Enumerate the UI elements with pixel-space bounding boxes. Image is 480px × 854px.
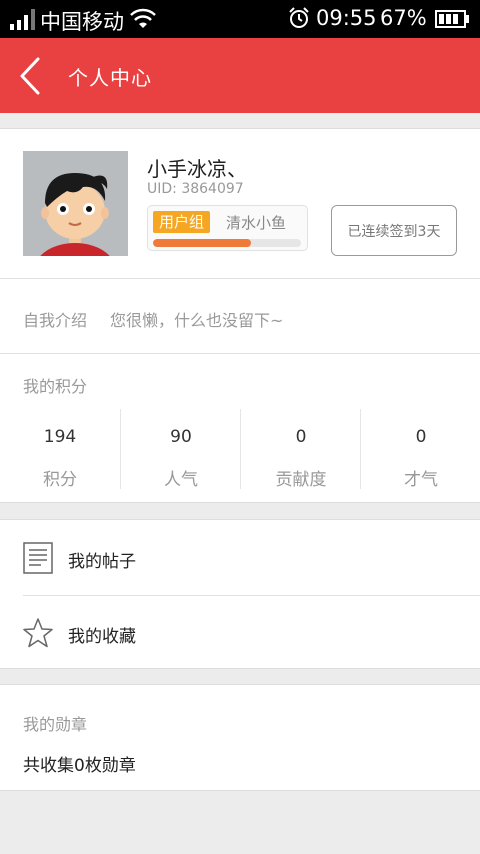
document-icon (23, 542, 53, 574)
carrier-name: 中国移动 (40, 10, 124, 34)
points-section: 我的积分 194 积分 90 人气 0 贡献度 0 才气 (0, 353, 480, 503)
points-title: 我的积分 (23, 377, 88, 396)
signal-icon (10, 9, 35, 30)
stat-contribution[interactable]: 0 贡献度 (240, 409, 360, 490)
battery-percent: 67% (380, 6, 427, 30)
stat-value: 194 (43, 427, 77, 447)
chevron-left-icon (20, 57, 40, 95)
stat-label: 才气 (404, 470, 438, 490)
level-progress-bar (153, 239, 301, 247)
medals-section: 我的勋章 共收集0枚勋章 (0, 684, 480, 791)
app-header: 个人中心 (0, 38, 480, 113)
stat-value: 0 (295, 427, 307, 447)
avatar-illustration (23, 151, 128, 256)
stat-popularity[interactable]: 90 人气 (120, 409, 240, 490)
page-title: 个人中心 (68, 66, 152, 90)
profile-card: 小手冰凉、 UID: 3864097 用户组 清水小鱼 已连续签到3天 (0, 128, 480, 278)
avatar[interactable] (23, 151, 128, 256)
self-intro-text: 您很懒，什么也没留下~ (110, 311, 284, 330)
medals-summary: 共收集0枚勋章 (23, 756, 136, 776)
stat-points[interactable]: 194 积分 (0, 409, 120, 490)
clock: 09:55 (316, 6, 377, 30)
menu-item-label: 我的收藏 (68, 627, 136, 647)
user-id: UID: 3864097 (147, 181, 244, 197)
user-group-name: 清水小鱼 (226, 214, 287, 232)
self-intro-label: 自我介绍 (23, 311, 88, 330)
stat-value: 90 (170, 427, 192, 447)
menu-list: 我的帖子 我的收藏 (0, 519, 480, 669)
level-progress-fill (153, 239, 251, 247)
menu-item-my-favorites[interactable]: 我的收藏 (0, 595, 480, 670)
signin-streak-button[interactable]: 已连续签到3天 (331, 205, 457, 256)
stat-value: 0 (415, 427, 427, 447)
stat-label: 贡献度 (275, 470, 327, 490)
battery-icon (435, 10, 469, 28)
menu-item-label: 我的帖子 (68, 552, 136, 572)
status-bar: 中国移动 09:55 67% (0, 0, 480, 38)
menu-item-my-posts[interactable]: 我的帖子 (0, 520, 480, 595)
user-group-box: 用户组 清水小鱼 (147, 205, 308, 251)
alarm-icon (289, 7, 309, 28)
star-icon (23, 618, 53, 648)
user-group-tag: 用户组 (153, 211, 211, 233)
self-intro-row[interactable]: 自我介绍 您很懒，什么也没留下~ (0, 278, 480, 353)
stat-label: 积分 (43, 470, 77, 490)
stat-label: 人气 (164, 470, 198, 490)
wifi-icon (130, 8, 156, 28)
username: 小手冰凉、 (147, 157, 247, 181)
stat-talent[interactable]: 0 才气 (360, 409, 480, 490)
back-button[interactable] (16, 56, 46, 96)
medals-title: 我的勋章 (23, 715, 88, 734)
